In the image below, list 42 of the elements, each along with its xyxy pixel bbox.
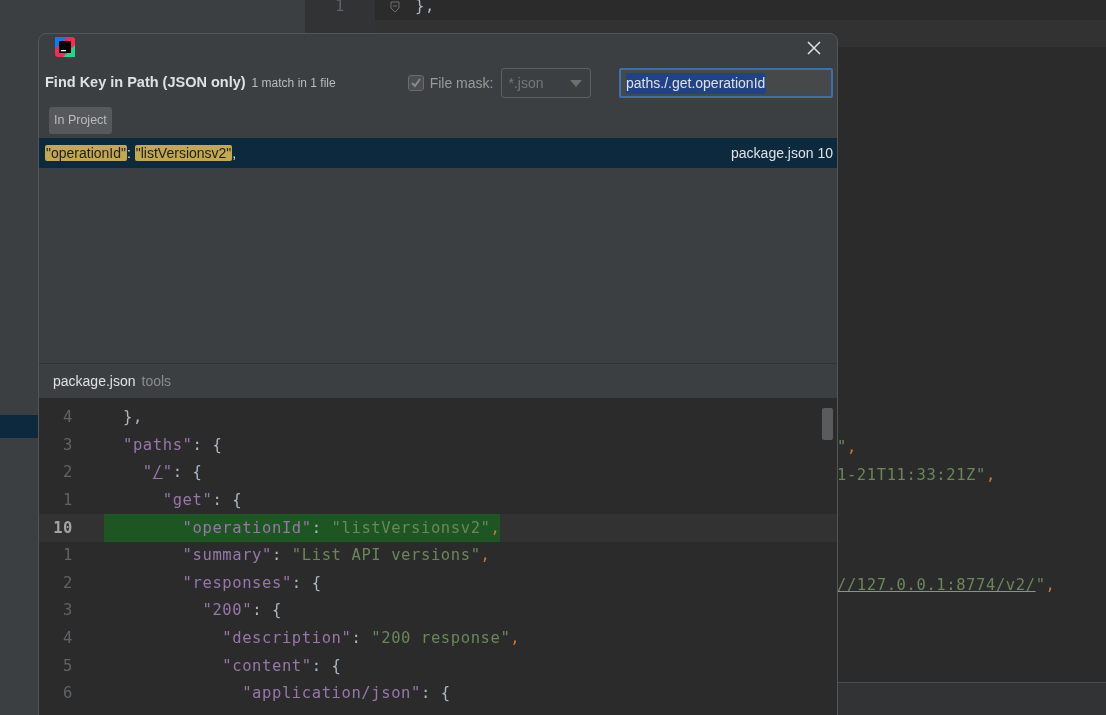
code-line: "operationId": "listVersionsv2",: [181, 517, 501, 539]
app-logo-icon: [55, 36, 75, 57]
code-line: },: [123, 407, 143, 429]
result-text: "operationId": "listVersionsv2",: [45, 143, 237, 163]
check-icon: [409, 77, 422, 89]
code-line: "summary": "List API versions",: [181, 545, 491, 567]
code-line: //127.0.0.1:8774/v2/",: [837, 574, 1056, 596]
line-number: 3: [62, 600, 74, 622]
code-line: "paths": {: [123, 434, 223, 456]
line-number: 4: [62, 407, 74, 429]
line-number: 3: [62, 434, 74, 456]
search-field[interactable]: paths./.get.operationId: [619, 68, 833, 98]
file-mask-label: File mask:: [429, 73, 494, 93]
line-number: 10: [52, 517, 74, 539]
line-number: 1: [62, 489, 74, 511]
line-number: 2: [62, 462, 74, 484]
scope-button[interactable]: In Project: [49, 107, 112, 134]
line-number: 5: [62, 655, 74, 677]
line-number: 1: [62, 545, 74, 567]
code-line: "description": "200 response",: [221, 627, 521, 649]
fold-icon: [390, 0, 400, 13]
preview-folder: tools: [141, 371, 172, 391]
code-line: ",: [837, 436, 857, 458]
selected-row-highlight: [0, 415, 38, 438]
code-line: "application/json": {: [241, 683, 451, 705]
caret-icon: [570, 79, 583, 87]
line-number: 4: [62, 627, 74, 649]
result-location: package.json 10: [731, 143, 833, 163]
match-count: 1 match in 1 file: [251, 75, 336, 92]
preview-file-name: package.json: [53, 371, 136, 391]
code-line: 1-21T11:33:21Z",: [837, 464, 996, 486]
dialog-title: Find Key in Path (JSON only): [45, 73, 246, 93]
code-line: "content": {: [221, 655, 342, 677]
result-row[interactable]: "operationId": "listVersionsv2", package.json 10: [39, 138, 837, 168]
code-line: "get": {: [161, 489, 243, 511]
line-number: 6: [62, 683, 74, 705]
code-line: "responses": {: [181, 572, 322, 594]
scrollbar-thumb[interactable]: [822, 408, 833, 440]
line-number: 2: [62, 572, 74, 594]
code-line: "200": {: [201, 600, 282, 622]
close-icon: [807, 41, 821, 56]
code-line: "/": {: [141, 462, 203, 484]
